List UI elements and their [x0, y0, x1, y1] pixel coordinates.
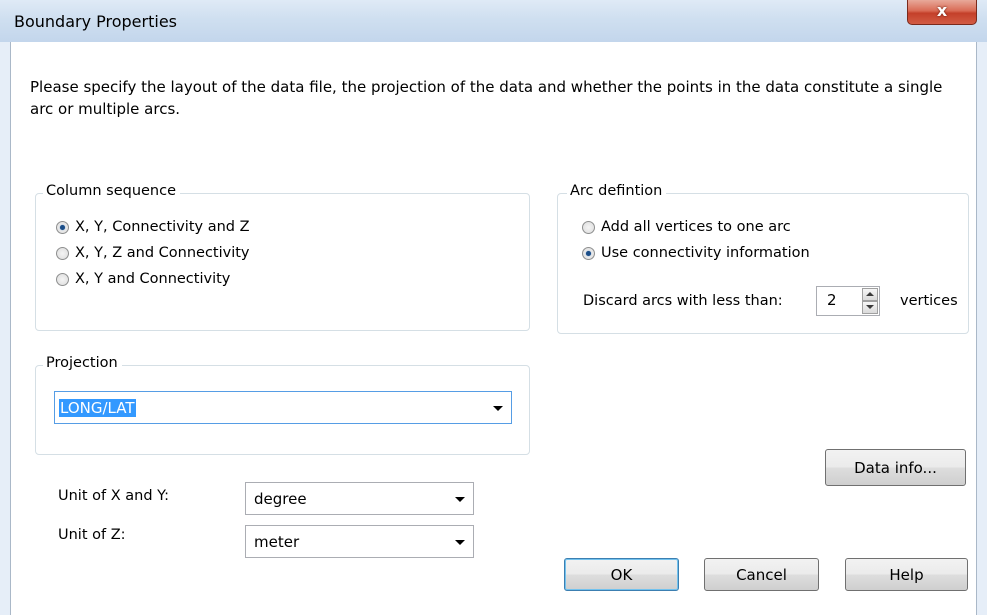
spin-down-button[interactable]: [862, 301, 878, 314]
radio-label: X, Y and Connectivity: [75, 271, 231, 287]
data-info-button-label: Data info...: [854, 458, 937, 477]
ok-button[interactable]: OK: [564, 558, 679, 591]
close-icon: x: [936, 1, 948, 20]
instructions-text: Please specify the layout of the data fi…: [30, 78, 943, 118]
unit-z-dropdown[interactable]: meter: [245, 525, 474, 558]
spin-up-button[interactable]: [862, 288, 878, 301]
projection-label: Projection: [43, 355, 122, 371]
radio-button-checked-icon[interactable]: [56, 220, 69, 234]
unit-z-value: meter: [254, 532, 300, 551]
arrow-down-icon: [866, 305, 874, 309]
chevron-down-icon[interactable]: [455, 539, 465, 545]
chevron-down-icon[interactable]: [493, 405, 503, 411]
radio-button-icon[interactable]: [56, 246, 69, 260]
help-button-label: Help: [889, 565, 924, 584]
unit-xy-dropdown[interactable]: degree: [245, 482, 474, 515]
radio-button-icon[interactable]: [582, 220, 595, 234]
column-sequence-group: [35, 193, 530, 331]
cancel-button[interactable]: Cancel: [704, 558, 819, 591]
radio-xy-z-connectivity[interactable]: X, Y, Z and Connectivity: [56, 245, 250, 261]
discard-arcs-label: Discard arcs with less than:: [583, 293, 783, 309]
projection-selected-value: LONG/LAT: [59, 398, 136, 417]
radio-xy-connectivity-z[interactable]: X, Y, Connectivity and Z: [56, 219, 250, 235]
radio-use-connectivity[interactable]: Use connectivity information: [582, 245, 810, 261]
unit-z-label: Unit of Z:: [58, 527, 126, 543]
radio-label: X, Y, Z and Connectivity: [75, 245, 250, 261]
radio-button-icon[interactable]: [56, 272, 69, 286]
help-button[interactable]: Help: [845, 558, 968, 591]
arc-definition-group: [557, 193, 969, 334]
chevron-down-icon[interactable]: [455, 496, 465, 502]
radio-xy-connectivity[interactable]: X, Y and Connectivity: [56, 271, 230, 287]
unit-xy-value: degree: [254, 489, 307, 508]
radio-label: Add all vertices to one arc: [601, 219, 791, 235]
radio-label: Use connectivity information: [601, 245, 810, 261]
window-title: Boundary Properties: [14, 12, 177, 31]
radio-add-all-vertices[interactable]: Add all vertices to one arc: [582, 219, 791, 235]
spinner-buttons: [862, 288, 878, 314]
data-info-button[interactable]: Data info...: [825, 449, 966, 486]
projection-dropdown[interactable]: LONG/LAT: [54, 391, 512, 424]
radio-button-checked-icon[interactable]: [582, 246, 595, 260]
column-sequence-label: Column sequence: [43, 183, 181, 199]
vertices-unit-label: vertices: [900, 293, 958, 309]
arrow-up-icon: [866, 292, 874, 296]
dialog-window: Boundary Properties x Please specify the…: [0, 0, 987, 615]
discard-arcs-value[interactable]: 2: [827, 291, 837, 309]
ok-button-label: OK: [610, 565, 633, 584]
close-button[interactable]: x: [907, 0, 977, 25]
discard-arcs-spinner[interactable]: 2: [816, 286, 880, 316]
cancel-button-label: Cancel: [736, 565, 787, 584]
arc-definition-label: Arc defintion: [567, 183, 667, 199]
unit-xy-label: Unit of X and Y:: [58, 488, 169, 504]
title-bar[interactable]: Boundary Properties x: [0, 0, 987, 42]
radio-label: X, Y, Connectivity and Z: [75, 219, 250, 235]
